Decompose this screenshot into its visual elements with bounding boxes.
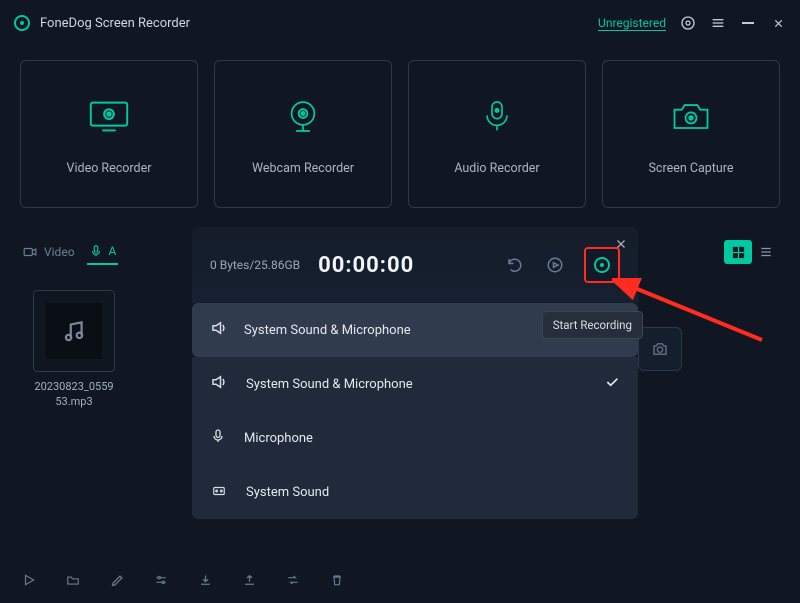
license-link[interactable]: Unregistered — [598, 16, 666, 30]
microphone-icon — [210, 427, 226, 449]
recorder-header: 0 Bytes/25.86GB 00:00:00 — [192, 227, 638, 303]
play-icon[interactable] — [20, 571, 38, 589]
mode-audio-recorder[interactable]: Audio Recorder — [408, 60, 586, 208]
edit-icon[interactable] — [108, 571, 126, 589]
file-item[interactable]: 20230823_0559 53.mp3 — [20, 290, 128, 410]
mode-label: Screen Capture — [648, 161, 733, 176]
speaker-icon — [210, 373, 228, 395]
app-logo-icon — [14, 15, 30, 31]
mode-label: Video Recorder — [67, 161, 152, 176]
option-label: System Sound & Microphone — [246, 377, 586, 392]
option-system-sound[interactable]: System Sound — [192, 465, 638, 519]
speaker-icon — [210, 319, 228, 341]
tab-video-label: Video — [44, 245, 75, 259]
play-preview-icon[interactable] — [544, 254, 566, 276]
selected-source-label: System Sound & Microphone — [244, 323, 590, 338]
title-bar: FoneDog Screen Recorder Unregistered — [0, 0, 800, 46]
option-label: System Sound — [246, 485, 620, 500]
undo-icon[interactable] — [504, 254, 526, 276]
folder-icon[interactable] — [64, 571, 82, 589]
annotation-arrow-icon — [612, 278, 772, 348]
mode-video-recorder[interactable]: Video Recorder — [20, 60, 198, 208]
check-icon — [604, 374, 620, 394]
trash-icon[interactable] — [328, 571, 346, 589]
music-note-icon — [46, 303, 102, 359]
option-label: Microphone — [244, 431, 620, 446]
close-popover-button[interactable] — [612, 235, 630, 253]
mode-cards-row: Video Recorder Webcam Recorder Audio Rec… — [0, 46, 800, 208]
minimize-button[interactable] — [740, 15, 756, 31]
sliders-icon[interactable] — [152, 571, 170, 589]
mode-label: Webcam Recorder — [252, 161, 354, 176]
option-microphone[interactable]: Microphone — [192, 411, 638, 465]
audio-recorder-popover: 0 Bytes/25.86GB 00:00:00 Start Recording… — [192, 227, 638, 519]
microphone-icon — [473, 93, 521, 141]
camera-icon — [667, 93, 715, 141]
tab-audio[interactable]: A — [87, 239, 119, 265]
settings-icon[interactable] — [680, 15, 696, 31]
soundcard-icon — [210, 483, 228, 502]
file-name: 20230823_0559 53.mp3 — [34, 380, 113, 410]
view-list-button[interactable] — [752, 240, 780, 264]
tab-video[interactable]: Video — [20, 241, 77, 263]
storage-status: 0 Bytes/25.86GB — [210, 258, 300, 272]
webcam-icon — [279, 93, 327, 141]
monitor-icon — [85, 93, 133, 141]
mode-label: Audio Recorder — [454, 161, 539, 176]
export-icon[interactable] — [240, 571, 258, 589]
view-grid-button[interactable] — [724, 240, 752, 264]
option-system-and-mic[interactable]: System Sound & Microphone — [192, 357, 638, 411]
mode-webcam-recorder[interactable]: Webcam Recorder — [214, 60, 392, 208]
tab-audio-label: A — [109, 244, 117, 258]
recording-timer: 00:00:00 — [318, 253, 414, 278]
convert-icon[interactable] — [284, 571, 302, 589]
audio-source-dropdown: System Sound & Microphone Microphone Sys… — [192, 357, 638, 519]
file-thumbnail — [33, 290, 115, 372]
mode-screen-capture[interactable]: Screen Capture — [602, 60, 780, 208]
close-window-button[interactable] — [770, 15, 786, 31]
bottom-toolbar — [20, 571, 346, 589]
import-icon[interactable] — [196, 571, 214, 589]
app-title: FoneDog Screen Recorder — [40, 16, 190, 31]
hamburger-menu-icon[interactable] — [710, 15, 726, 31]
